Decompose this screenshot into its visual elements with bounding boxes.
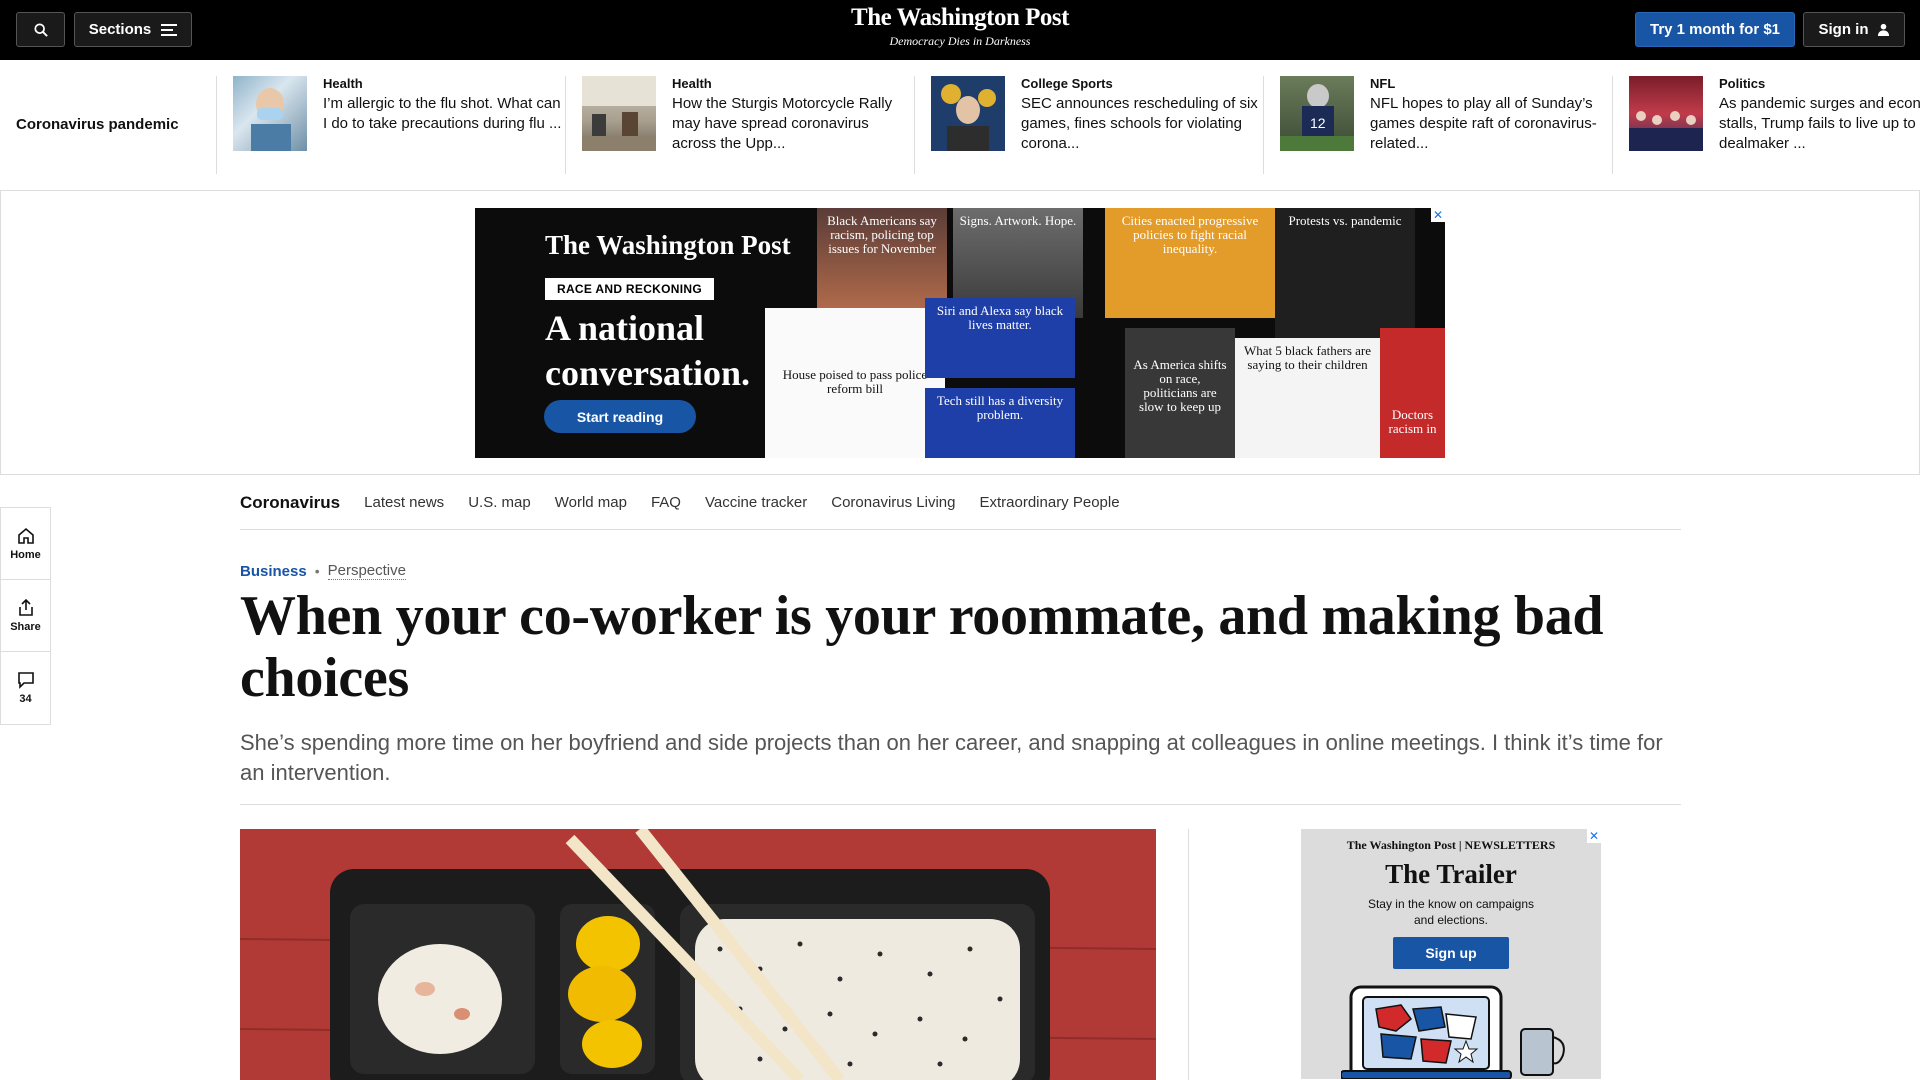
logo-tagline: Democracy Dies in Darkness xyxy=(889,34,1031,48)
strip-category: Politics xyxy=(1719,76,1766,91)
strip-category: College Sports xyxy=(1021,76,1113,91)
sign-in-label: Sign in xyxy=(1818,21,1869,38)
strip-headline: As pandemic surges and economy stalls, T… xyxy=(1719,95,1920,152)
home-icon xyxy=(17,527,34,544)
strip-headline: I’m allergic to the flu shot. What can I… xyxy=(323,95,562,132)
comment-icon xyxy=(17,672,34,689)
strip-item[interactable]: Health How the Sturgis Motorcycle Rally … xyxy=(565,76,913,174)
site-logo[interactable]: The Washington Post Democracy Dies in Da… xyxy=(760,4,1160,49)
newsletter-ad[interactable]: The Washington Post | NEWSLETTERS The Tr… xyxy=(1301,829,1601,1079)
newsletter-sign-up-button[interactable]: Sign up xyxy=(1393,937,1509,969)
election-map-illustration xyxy=(1341,985,1565,1079)
strip-headline: How the Sturgis Motorcycle Rally may hav… xyxy=(672,95,893,152)
top-navigation-bar: Sections The Washington Post Democracy D… xyxy=(0,0,1920,60)
strip-headline: NFL hopes to play all of Sunday’s games … xyxy=(1370,95,1597,152)
newsletter-title: The Trailer xyxy=(1385,859,1517,889)
subnav-link-extraordinary-people[interactable]: Extraordinary People xyxy=(979,494,1119,511)
comments-button[interactable]: 34 xyxy=(1,652,50,724)
header-divider xyxy=(240,804,1681,805)
search-button[interactable] xyxy=(16,12,65,47)
advertisement-container: The Washington Post RACE AND RECKONING A… xyxy=(0,191,1920,475)
perspective-label[interactable]: Perspective xyxy=(327,562,406,580)
article-dek: She’s spending more time on her boyfrien… xyxy=(240,730,1663,785)
strip-title[interactable]: Coronavirus pandemic xyxy=(16,116,179,133)
ad-tile: What 5 black fathers are saying to their… xyxy=(1235,338,1380,458)
strip-category: Health xyxy=(672,76,712,91)
subscribe-button[interactable]: Try 1 month for $1 xyxy=(1635,12,1795,47)
newsletter-description: Stay in the know on campaigns and electi… xyxy=(1367,897,1535,927)
user-icon xyxy=(1877,23,1889,36)
sections-button[interactable]: Sections xyxy=(74,12,192,47)
strip-thumbnail xyxy=(233,76,307,151)
article-lead-image[interactable] xyxy=(240,829,1156,1080)
search-icon xyxy=(33,22,48,37)
race-and-reckoning-ad[interactable]: The Washington Post RACE AND RECKONING A… xyxy=(475,208,1445,458)
share-label: Share xyxy=(10,620,41,633)
newsletter-logo: The Washington Post | NEWSLETTERS xyxy=(1346,838,1556,852)
section-link[interactable]: Business xyxy=(240,563,307,580)
subnav-link-coronavirus-living[interactable]: Coronavirus Living xyxy=(831,494,955,511)
column-divider xyxy=(1188,829,1189,1080)
svg-text:12: 12 xyxy=(1310,115,1326,131)
strip-thumbnail: 12 xyxy=(1280,76,1354,151)
strip-item[interactable]: College Sports SEC announces reschedulin… xyxy=(914,76,1262,174)
strip-category: Health xyxy=(323,76,363,91)
ad-tile: Cities enacted progressive policies to f… xyxy=(1105,208,1275,318)
home-label: Home xyxy=(10,548,41,561)
start-reading-button[interactable]: Start reading xyxy=(544,400,696,433)
ad-close-button[interactable]: ✕ xyxy=(1431,208,1445,222)
subnav-link-faq[interactable]: FAQ xyxy=(651,494,681,511)
ad-tile: As America shifts on race, politicians a… xyxy=(1125,328,1235,458)
article-headline: When your co-worker is your roommate, an… xyxy=(240,585,1604,709)
strip-item[interactable]: 12 NFL NFL hopes to play all of Sunday’s… xyxy=(1263,76,1611,174)
subnav-brand[interactable]: Coronavirus xyxy=(240,493,340,513)
share-icon xyxy=(18,598,33,616)
home-button[interactable]: Home xyxy=(1,508,50,580)
ad-tile: Tech still has a diversity problem. xyxy=(925,388,1075,458)
menu-icon xyxy=(161,23,178,36)
strip-thumbnail xyxy=(582,76,656,151)
strip-thumbnail xyxy=(931,76,1005,151)
subnav-link-world-map[interactable]: World map xyxy=(555,494,627,511)
ad-tile: Doctors racism in xyxy=(1380,328,1445,458)
strip-item[interactable]: Health I’m allergic to the flu shot. Wha… xyxy=(216,76,564,174)
article-tools-rail: Home Share 34 xyxy=(0,507,51,725)
strip-headline: SEC announces rescheduling of six games,… xyxy=(1021,95,1258,152)
ad-tile: Black Americans say racism, policing top… xyxy=(817,208,947,308)
share-button[interactable]: Share xyxy=(1,580,50,652)
ad-badge: RACE AND RECKONING xyxy=(545,278,714,300)
bento-box-photo xyxy=(240,829,1156,1080)
coronavirus-headlines-strip: Coronavirus pandemic Health I’m allergic… xyxy=(0,60,1920,191)
article-kicker: Business • Perspective xyxy=(240,562,406,580)
ad-tile: House poised to pass police reform bill xyxy=(765,308,945,458)
strip-item[interactable]: Politics As pandemic surges and economy … xyxy=(1612,76,1920,174)
sign-in-button[interactable]: Sign in xyxy=(1803,12,1905,47)
newsletter-ad-close-button[interactable]: ✕ xyxy=(1587,829,1601,843)
logo-name: The Washington Post xyxy=(851,4,1069,31)
comments-count: 34 xyxy=(19,693,32,705)
ad-tile: Siri and Alexa say black lives matter. xyxy=(925,298,1075,378)
subnav-link-vaccine-tracker[interactable]: Vaccine tracker xyxy=(705,494,807,511)
ad-logo: The Washington Post xyxy=(545,230,791,260)
coronavirus-subnav: Coronavirus Latest news U.S. map World m… xyxy=(240,476,1681,530)
sections-label: Sections xyxy=(88,21,152,38)
strip-category: NFL xyxy=(1370,76,1396,91)
strip-thumbnail xyxy=(1629,76,1703,151)
subnav-link-us-map[interactable]: U.S. map xyxy=(468,494,531,511)
ad-headline: A national conversation. xyxy=(545,308,750,393)
subnav-link-latest-news[interactable]: Latest news xyxy=(364,494,444,511)
kicker-separator: • xyxy=(314,563,320,579)
